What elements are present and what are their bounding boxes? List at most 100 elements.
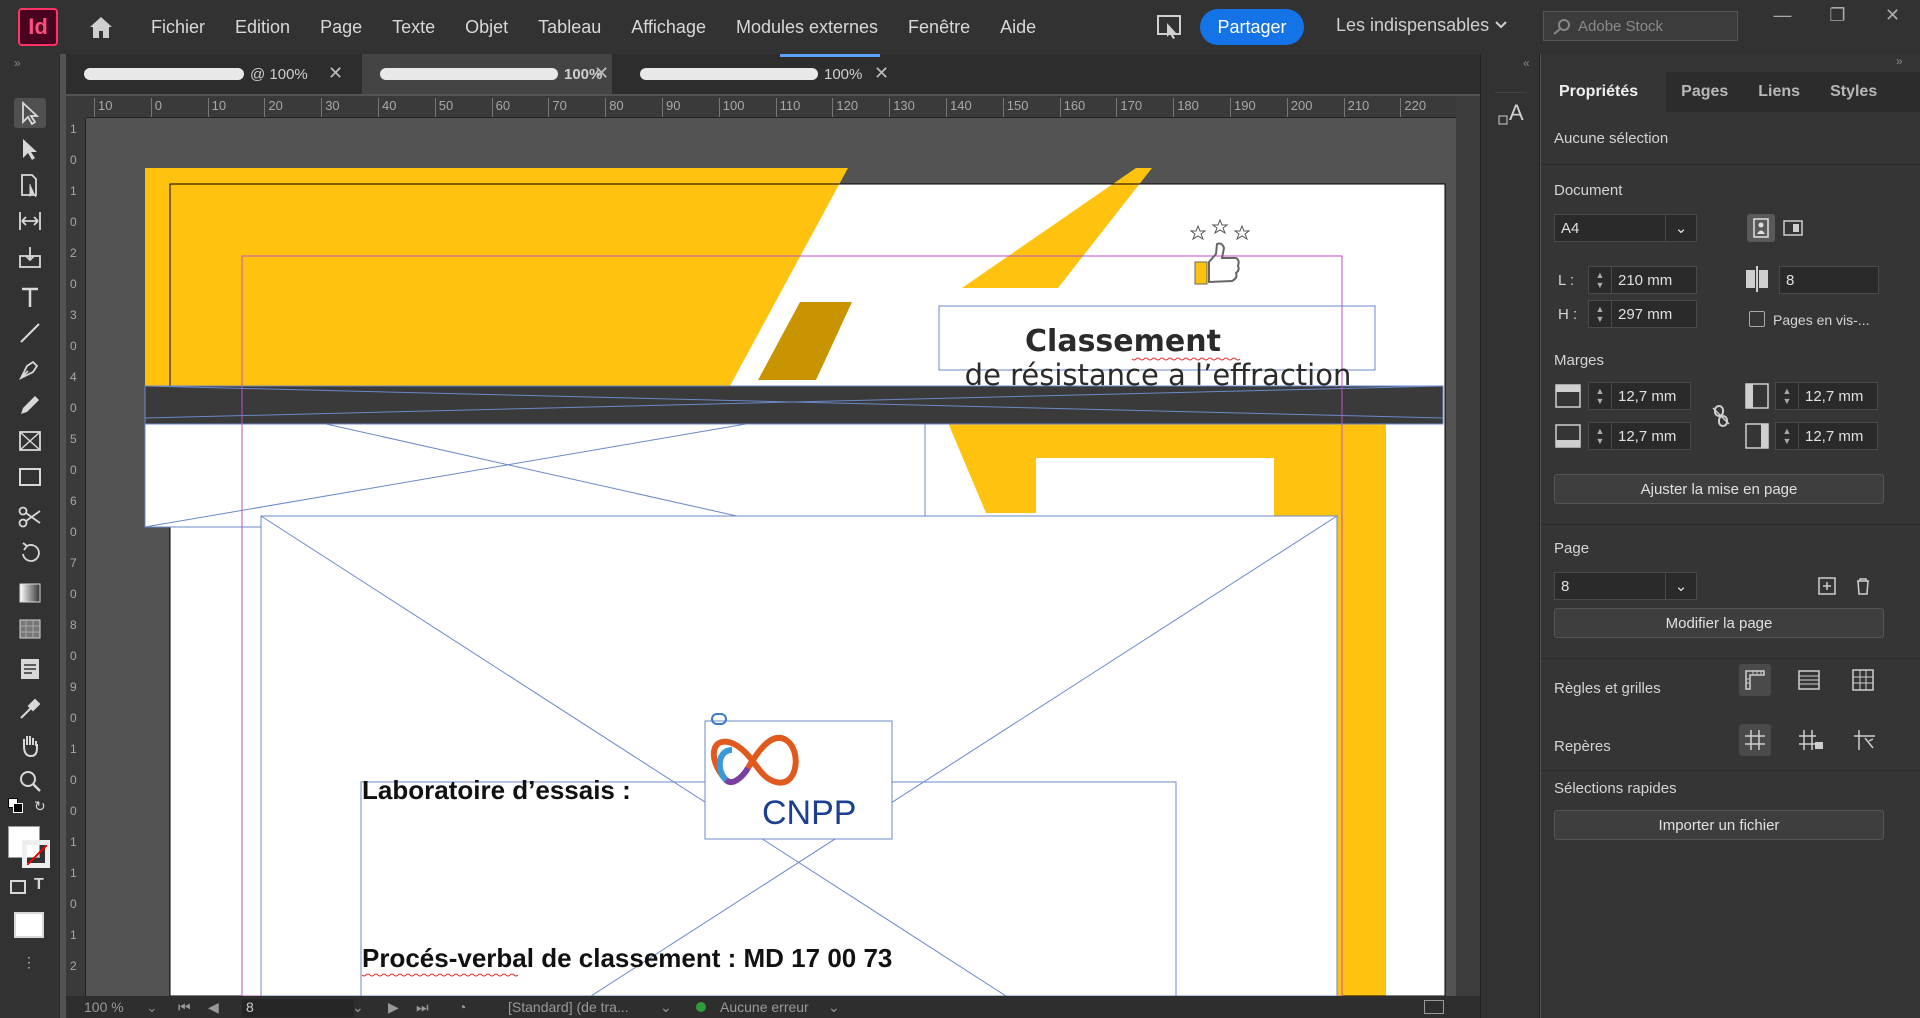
home-icon[interactable] xyxy=(86,12,116,42)
profile-dropdown-icon[interactable]: ⌄ xyxy=(660,999,672,1016)
collapse-panel-icon[interactable]: » xyxy=(1896,54,1903,68)
height-field[interactable]: 297 mm xyxy=(1611,300,1697,328)
gradient-tool[interactable] xyxy=(14,578,46,608)
first-page-icon[interactable]: ⏮ xyxy=(178,999,191,1016)
minimize-button[interactable]: — xyxy=(1755,0,1810,30)
add-page-icon[interactable] xyxy=(1813,572,1841,600)
expand-icon[interactable]: « xyxy=(1523,56,1530,70)
type-tool[interactable] xyxy=(14,282,46,312)
height-stepper[interactable]: ▲ ▼ xyxy=(1588,300,1612,328)
menu-texte[interactable]: Texte xyxy=(377,17,450,38)
guides-icon[interactable] xyxy=(1739,724,1771,756)
menu-fichier[interactable]: Fichier xyxy=(136,17,220,38)
portrait-orientation-icon[interactable] xyxy=(1747,214,1775,242)
preflight-profile-icon[interactable]: ◔ xyxy=(458,999,466,1015)
baseline-grid-icon[interactable] xyxy=(1795,666,1823,694)
margin-bottom-stepper[interactable]: ▲ ▼ xyxy=(1588,422,1612,450)
page-tool[interactable] xyxy=(14,170,46,200)
document-tab-1[interactable]: @ 100% ✕ xyxy=(66,54,346,94)
scissors-tool[interactable] xyxy=(14,502,46,532)
zoom-tool[interactable] xyxy=(14,766,46,796)
formatting-text-icon[interactable]: T xyxy=(34,876,44,894)
page-select[interactable]: 8 xyxy=(1554,572,1666,600)
style-profile[interactable]: [Standard] (de tra... xyxy=(508,999,629,1015)
pages-count-field[interactable]: 8 xyxy=(1779,266,1879,294)
document-tab-3[interactable]: 100% ✕ xyxy=(622,54,892,94)
pencil-tool[interactable] xyxy=(14,390,46,420)
landscape-orientation-icon[interactable] xyxy=(1779,214,1807,242)
preflight-errors[interactable]: Aucune erreur xyxy=(720,999,809,1015)
adobe-stock-search[interactable]: Adobe Stock xyxy=(1543,11,1738,41)
close-window-button[interactable]: ✕ xyxy=(1865,0,1920,30)
zoom-level[interactable]: 100 % xyxy=(84,999,124,1015)
facing-pages-checkbox[interactable] xyxy=(1749,311,1765,327)
menu-modules-externes[interactable]: Modules externes xyxy=(721,17,893,38)
horizontal-ruler[interactable]: 10 0 10 20 30 40 50 60 70 80 90 100 110 120 130 140 150 1… xyxy=(86,96,1456,118)
menu-objet[interactable]: Objet xyxy=(450,17,523,38)
gap-tool[interactable] xyxy=(14,206,46,236)
vertical-scrollbar[interactable] xyxy=(1456,96,1480,996)
link-margins-icon[interactable] xyxy=(1707,402,1735,430)
margin-bottom-field[interactable]: 12,7 mm xyxy=(1611,422,1691,450)
rectangle-frame-tool[interactable] xyxy=(14,426,46,456)
document-grid-icon[interactable] xyxy=(1849,666,1877,694)
edit-page-button[interactable]: Modifier la page xyxy=(1554,608,1884,638)
chevron-down-icon[interactable]: ⌄ xyxy=(1665,572,1697,600)
workspace-selector[interactable]: Les indispensables xyxy=(1336,15,1489,36)
pen-tool[interactable] xyxy=(14,354,46,384)
prev-page-icon[interactable]: ◀ xyxy=(208,999,219,1016)
character-styles-icon[interactable]: A xyxy=(1497,98,1527,130)
close-tab-icon[interactable]: ✕ xyxy=(594,63,609,84)
margin-left-stepper[interactable]: ▲ ▼ xyxy=(1775,382,1799,410)
ruler-origin[interactable] xyxy=(66,96,86,118)
margin-left-field[interactable]: 12,7 mm xyxy=(1798,382,1878,410)
menu-tableau[interactable]: Tableau xyxy=(523,17,616,38)
normal-view-mode-icon[interactable] xyxy=(14,912,44,938)
margin-top-field[interactable]: 12,7 mm xyxy=(1611,382,1691,410)
content-collector-tool[interactable] xyxy=(14,242,46,272)
swap-colors-icon[interactable]: ↻ xyxy=(34,798,46,815)
margin-right-stepper[interactable]: ▲ ▼ xyxy=(1775,422,1799,450)
chevron-down-icon[interactable]: ⌄ xyxy=(1665,214,1697,242)
tab-proprietes[interactable]: Propriétés xyxy=(1541,72,1667,112)
stroke-swatch[interactable] xyxy=(22,840,50,868)
tab-pages[interactable]: Pages xyxy=(1666,72,1743,112)
tab-liens[interactable]: Liens xyxy=(1743,72,1815,112)
menu-fenetre[interactable]: Fenêtre xyxy=(893,17,985,38)
close-tab-icon[interactable]: ✕ xyxy=(328,63,343,84)
page-number-field[interactable]: 8 xyxy=(242,999,354,1017)
last-page-icon[interactable]: ⏭ xyxy=(416,999,429,1016)
hand-tool[interactable] xyxy=(14,730,46,760)
adjust-layout-button[interactable]: Ajuster la mise en page xyxy=(1554,474,1884,504)
page-dropdown-icon[interactable]: ⌄ xyxy=(352,999,364,1016)
share-review-icon[interactable] xyxy=(1155,13,1185,41)
delete-page-icon[interactable] xyxy=(1849,572,1877,600)
errors-dropdown-icon[interactable]: ⌄ xyxy=(828,999,840,1016)
eyedropper-tool[interactable] xyxy=(14,694,46,724)
page-size-select[interactable]: A4 xyxy=(1554,214,1666,242)
selection-tool[interactable] xyxy=(14,98,46,128)
margin-top-stepper[interactable]: ▲ ▼ xyxy=(1588,382,1612,410)
chevron-down-icon[interactable] xyxy=(1494,18,1508,32)
layout-page[interactable]: CNPP Classement de résistance a l’effrac… xyxy=(86,118,1456,996)
more-tools-icon[interactable]: ⋮ xyxy=(22,954,36,971)
margin-right-field[interactable]: 12,7 mm xyxy=(1798,422,1878,450)
free-transform-tool[interactable] xyxy=(14,538,46,568)
width-field[interactable]: 210 mm xyxy=(1611,266,1697,294)
menu-aide[interactable]: Aide xyxy=(985,17,1051,38)
vertical-ruler[interactable]: 1 0 1 0 2 0 3 0 4 0 5 0 6 0 7 0 8 0 9 0 1 0 0 1 1 0 1 2 xyxy=(66,118,86,998)
import-file-button[interactable]: Importer un fichier xyxy=(1554,810,1884,840)
rulers-icon[interactable] xyxy=(1739,664,1771,696)
gradient-feather-tool[interactable] xyxy=(14,614,46,644)
close-tab-icon[interactable]: ✕ xyxy=(874,63,889,84)
tab-styles[interactable]: Styles xyxy=(1815,72,1892,112)
menu-affichage[interactable]: Affichage xyxy=(616,17,721,38)
line-tool[interactable] xyxy=(14,318,46,348)
split-window-icon[interactable] xyxy=(1424,1000,1444,1014)
document-tab-2[interactable]: 100% ✕ xyxy=(362,54,612,94)
default-colors-icon[interactable] xyxy=(8,798,24,814)
menu-edition[interactable]: Edition xyxy=(220,17,305,38)
note-tool[interactable] xyxy=(14,654,46,684)
document-canvas[interactable]: CNPP Classement de résistance a l’effrac… xyxy=(86,118,1456,996)
smart-guides-icon[interactable] xyxy=(1851,726,1879,754)
